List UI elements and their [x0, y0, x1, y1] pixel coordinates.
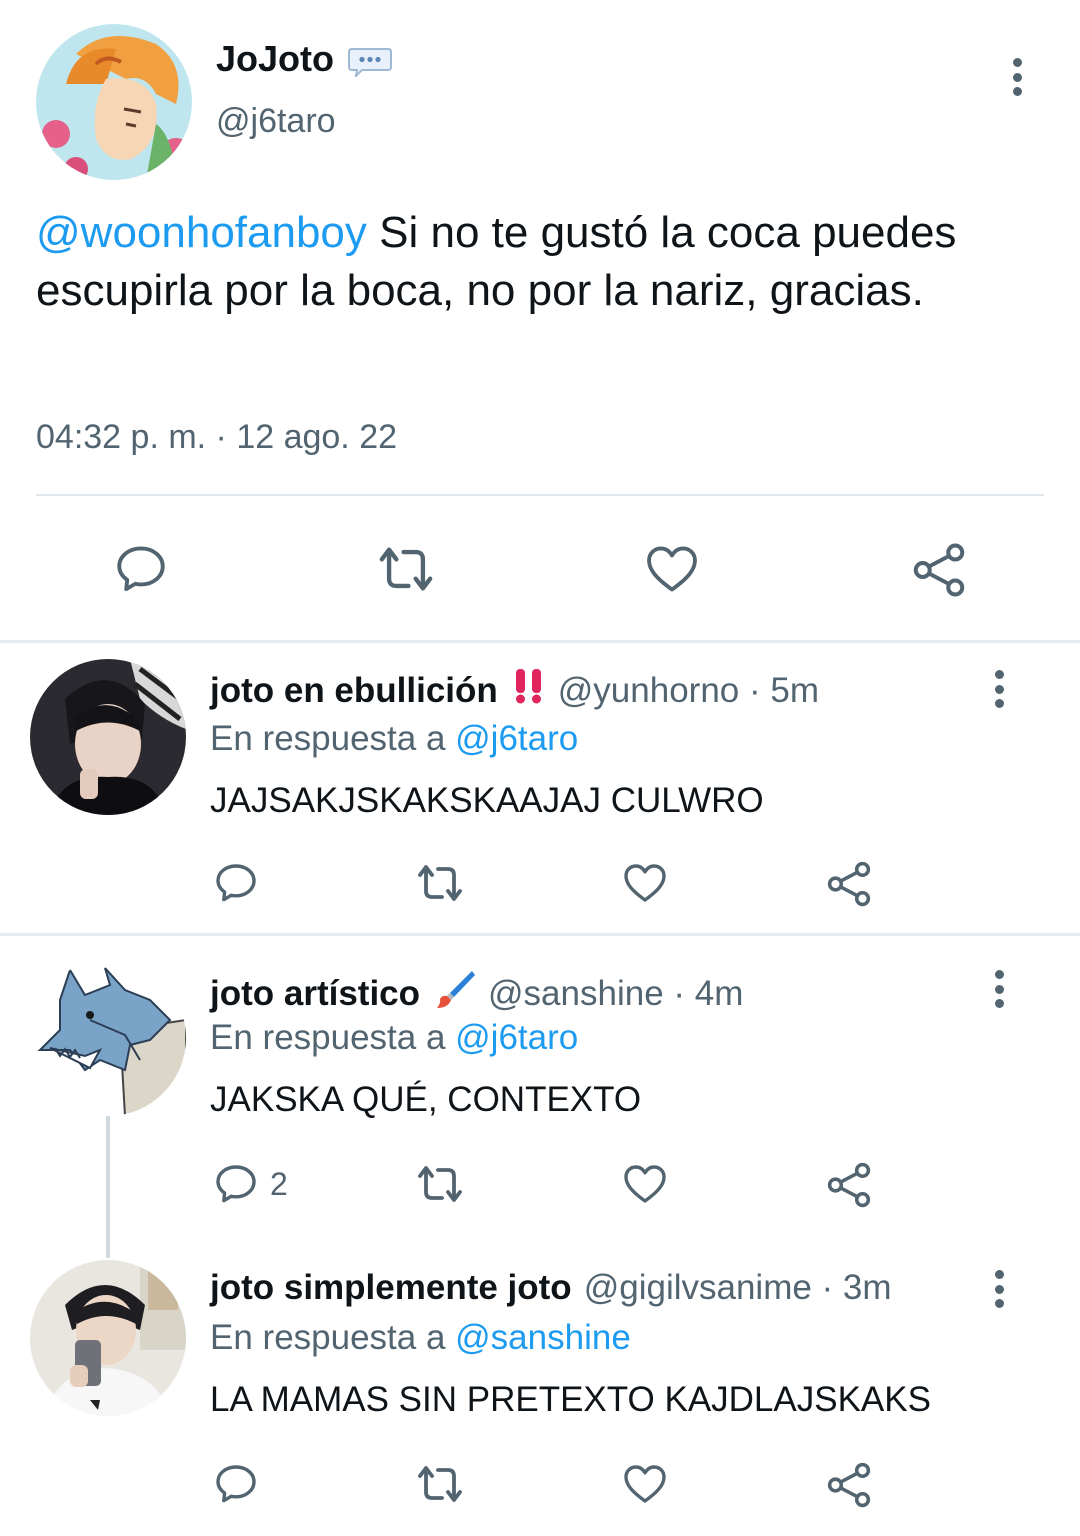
reply-button[interactable]: 2 [212, 1160, 288, 1208]
handle-and-time: @gigilvsanime · 3m [583, 1268, 892, 1307]
handle-and-time: @yunhorno · 5m [557, 670, 819, 710]
heart-icon [647, 546, 697, 592]
replying-prefix: En respuesta a [210, 1018, 456, 1057]
divider [36, 494, 1044, 496]
more-vertical-icon[interactable] [984, 1264, 1014, 1314]
share-icon [827, 1462, 871, 1508]
retweet-button[interactable] [372, 540, 440, 598]
share-icon [827, 1162, 871, 1208]
display-name[interactable]: joto en ebullición [210, 671, 498, 711]
replying-prefix: En respuesta a [210, 719, 456, 758]
share-button[interactable] [824, 1160, 874, 1210]
mention-link[interactable]: @j6taro [455, 719, 578, 758]
reply-text: JAJSAKJSKAKSKAAJAJ CULWRO [210, 781, 764, 820]
retweet-button[interactable] [412, 1160, 468, 1208]
heart-icon [624, 1165, 666, 1203]
reply-icon [216, 1465, 256, 1503]
retweet-icon [418, 1166, 462, 1202]
retweet-icon [379, 547, 433, 591]
reply-tweet[interactable]: joto simplemente joto @gigilvsanime · 3m… [0, 1236, 1080, 1536]
reply-button[interactable] [212, 1460, 270, 1508]
replying-to: En respuesta a @j6taro [210, 1018, 578, 1058]
timestamp[interactable]: 04:32 p. m. · 12 ago. 22 [36, 418, 397, 457]
tweet-text: @woonhofanboy Si no te gustó la coca pue… [36, 204, 1046, 320]
paintbrush-emoji-icon [434, 968, 476, 1019]
reply-header: joto artístico @sanshine · 4m [210, 968, 743, 1019]
reply-header: joto en ebullición @yunhorno · 5m [210, 667, 819, 714]
handle-and-time: @sanshine · 4m [488, 973, 744, 1013]
avatar[interactable] [30, 1260, 186, 1416]
reply-tweet[interactable]: joto en ebullición @yunhorno · 5m En res… [0, 643, 1080, 933]
main-tweet: JoJoto @j6taro @woonhofanboy Si no te gu… [0, 0, 1080, 640]
like-button[interactable] [620, 1160, 670, 1208]
more-vertical-icon[interactable] [1002, 52, 1032, 102]
handle[interactable]: @j6taro [216, 102, 336, 141]
replying-prefix: En respuesta a [210, 1318, 456, 1357]
more-vertical-icon[interactable] [984, 664, 1014, 714]
display-name-text: JoJoto [216, 38, 335, 79]
share-icon [913, 543, 965, 597]
retweet-icon [418, 1466, 462, 1502]
reply-count: 2 [270, 1165, 288, 1202]
share-button[interactable] [908, 540, 970, 600]
retweet-button[interactable] [412, 1460, 468, 1508]
speech-bubble-emoji-icon [348, 44, 393, 79]
reply-tweet[interactable]: joto artístico @sanshine · 4m En respues… [0, 936, 1080, 1236]
like-button[interactable] [620, 859, 670, 907]
retweet-icon [418, 865, 462, 901]
replying-to: En respuesta a @j6taro [210, 719, 578, 759]
share-button[interactable] [824, 859, 874, 909]
reply-text: LA MAMAS SIN PRETEXTO KAJDLAJSKAKS [210, 1380, 931, 1419]
retweet-button[interactable] [412, 859, 468, 907]
heart-icon [624, 1465, 666, 1503]
avatar[interactable] [36, 24, 192, 180]
like-button[interactable] [642, 540, 702, 598]
double-exclamation-emoji-icon [512, 667, 546, 714]
reply-button[interactable] [112, 540, 170, 598]
more-vertical-icon[interactable] [984, 964, 1014, 1014]
reply-header: joto simplemente joto @gigilvsanime · 3m [210, 1268, 892, 1308]
reply-button[interactable] [212, 859, 270, 907]
reply-icon [216, 864, 256, 902]
share-button[interactable] [824, 1460, 874, 1510]
display-name[interactable]: joto artístico [210, 974, 420, 1014]
reply-text: JAKSKA QUÉ, CONTEXTO [210, 1080, 642, 1119]
replying-to: En respuesta a @sanshine [210, 1318, 631, 1358]
mention-link[interactable]: @sanshine [455, 1318, 631, 1357]
mention-link[interactable]: @j6taro [455, 1018, 578, 1057]
like-button[interactable] [620, 1460, 670, 1508]
mention-link[interactable]: @woonhofanboy [36, 208, 367, 257]
share-icon [827, 861, 871, 907]
avatar[interactable] [30, 960, 186, 1116]
display-name[interactable]: JoJoto [216, 38, 393, 80]
reply-icon [216, 1165, 256, 1203]
display-name[interactable]: joto simplemente joto [210, 1268, 572, 1308]
reply-icon [117, 546, 165, 591]
heart-icon [624, 864, 666, 902]
avatar[interactable] [30, 659, 186, 815]
